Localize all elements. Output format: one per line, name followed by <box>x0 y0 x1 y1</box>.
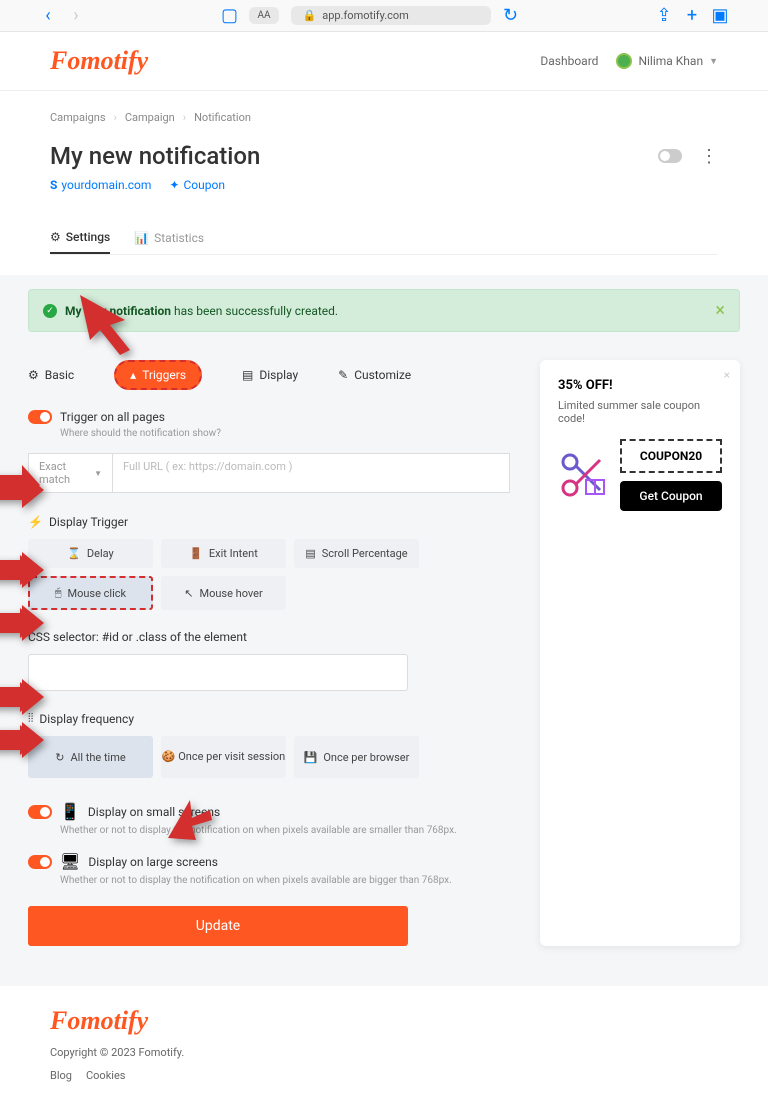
share-icon[interactable]: ⇪ <box>656 8 672 24</box>
new-tab-icon[interactable]: + <box>684 8 700 24</box>
preview-close[interactable]: × <box>724 368 730 382</box>
opt-mouse-hover[interactable]: ↖ Mouse hover <box>161 576 286 610</box>
footer-blog[interactable]: Blog <box>50 1069 72 1082</box>
section-customize[interactable]: ✎ Customize <box>338 362 411 388</box>
css-selector-input[interactable] <box>28 654 408 691</box>
desktop-icon: 🖥 <box>60 852 80 871</box>
user-menu[interactable]: Nilima Khan ▼ <box>616 53 718 69</box>
back-button[interactable]: ‹ <box>40 8 56 24</box>
forward-button[interactable]: › <box>68 8 84 24</box>
footer-logo[interactable]: Fomotify <box>50 1006 718 1036</box>
footer: Fomotify Copyright © 2023 Fomotify. Blog… <box>0 986 768 1102</box>
update-button[interactable]: Update <box>28 906 408 946</box>
opt-per-session[interactable]: 🍪 Once per visit session <box>161 736 286 778</box>
mobile-icon: 📱 <box>60 802 80 821</box>
notification-preview: × 35% OFF! Limited summer sale coupon co… <box>540 360 740 946</box>
annotation-cursor <box>160 790 215 845</box>
display-trigger-label: ⚡ Display Trigger <box>28 515 510 529</box>
small-screens-toggle[interactable] <box>28 805 52 819</box>
coupon-code: COUPON20 <box>620 439 722 473</box>
url-text: app.fomotify.com <box>322 9 409 22</box>
opt-per-browser[interactable]: 💾 Once per browser <box>294 736 419 778</box>
annotation-arrow <box>70 290 140 360</box>
crumb-notification[interactable]: Notification <box>194 111 251 124</box>
chevron-down-icon: ▼ <box>709 56 718 67</box>
text-size[interactable]: AA <box>249 7 278 24</box>
page-title: My new notification <box>50 142 260 170</box>
opt-scroll[interactable]: ▤ Scroll Percentage <box>294 539 419 568</box>
check-icon: ✓ <box>43 304 57 318</box>
logo[interactable]: Fomotify <box>50 46 148 76</box>
enable-toggle[interactable] <box>658 149 682 163</box>
alert-close[interactable]: × <box>715 300 725 321</box>
main-area: ✓ My new notification has been successfu… <box>0 275 768 986</box>
trigger-all-pages-label: Trigger on all pages <box>60 410 165 424</box>
url-input[interactable]: Full URL ( ex: https://domain.com ) <box>113 453 510 493</box>
preview-title: 35% OFF! <box>558 378 722 393</box>
trigger-all-pages-toggle[interactable] <box>28 410 52 424</box>
book-icon[interactable]: ▢ <box>221 8 237 24</box>
scissors-icon <box>558 450 608 500</box>
section-triggers[interactable]: ▴ Triggers <box>114 360 202 390</box>
crumb-campaigns[interactable]: Campaigns <box>50 111 106 124</box>
breadcrumb: Campaigns › Campaign › Notification <box>50 111 718 124</box>
small-hint: Whether or not to display the notificati… <box>60 825 510 836</box>
avatar <box>616 53 632 69</box>
trigger-all-pages-hint: Where should the notification show? <box>60 428 510 439</box>
url-bar[interactable]: 🔒 app.fomotify.com <box>291 6 491 25</box>
footer-cookies[interactable]: Cookies <box>86 1069 125 1082</box>
section-tabs: ⚙ Basic ▴ Triggers ▤ Display ✎ Customize <box>28 360 510 390</box>
css-selector-label: CSS selector: #id or .class of the eleme… <box>28 630 510 644</box>
app-header: Fomotify Dashboard Nilima Khan ▼ <box>0 32 768 91</box>
type-badge: ✦ Coupon <box>169 178 225 192</box>
section-display[interactable]: ▤ Display <box>242 362 298 388</box>
preview-desc: Limited summer sale coupon code! <box>558 399 722 425</box>
large-screens-label: Display on large screens <box>88 855 218 869</box>
browser-bar: ‹ › ▢ AA 🔒 app.fomotify.com ↻ ⇪ + ▣ <box>0 0 768 32</box>
opt-delay[interactable]: ⌛ Delay <box>28 539 153 568</box>
more-menu[interactable]: ⋮ <box>700 146 718 167</box>
display-freq-label: ⦙⦙ Display frequency <box>28 711 510 726</box>
opt-mouse-click[interactable]: 🖱 Mouse click <box>28 576 153 610</box>
large-hint: Whether or not to display the notificati… <box>60 875 510 886</box>
nav-dashboard[interactable]: Dashboard <box>540 54 598 68</box>
opt-exit-intent[interactable]: 🚪 Exit Intent <box>161 539 286 568</box>
domain-link[interactable]: S yourdomain.com <box>50 178 151 192</box>
tab-statistics[interactable]: 📊 Statistics <box>134 222 204 254</box>
get-coupon-button[interactable]: Get Coupon <box>620 481 722 511</box>
copyright: Copyright © 2023 Fomotify. <box>50 1046 718 1059</box>
tab-settings[interactable]: ⚙ Settings <box>50 222 110 254</box>
reload-icon[interactable]: ↻ <box>503 8 519 24</box>
section-basic[interactable]: ⚙ Basic <box>28 362 74 388</box>
large-screens-toggle[interactable] <box>28 855 52 869</box>
crumb-campaign[interactable]: Campaign <box>125 111 175 124</box>
opt-all-time[interactable]: ↻ All the time <box>28 736 153 778</box>
tabs-icon[interactable]: ▣ <box>712 8 728 24</box>
page-tabs: ⚙ Settings 📊 Statistics <box>50 222 718 255</box>
lock-icon: 🔒 <box>303 9 317 22</box>
user-name: Nilima Khan <box>638 54 703 68</box>
